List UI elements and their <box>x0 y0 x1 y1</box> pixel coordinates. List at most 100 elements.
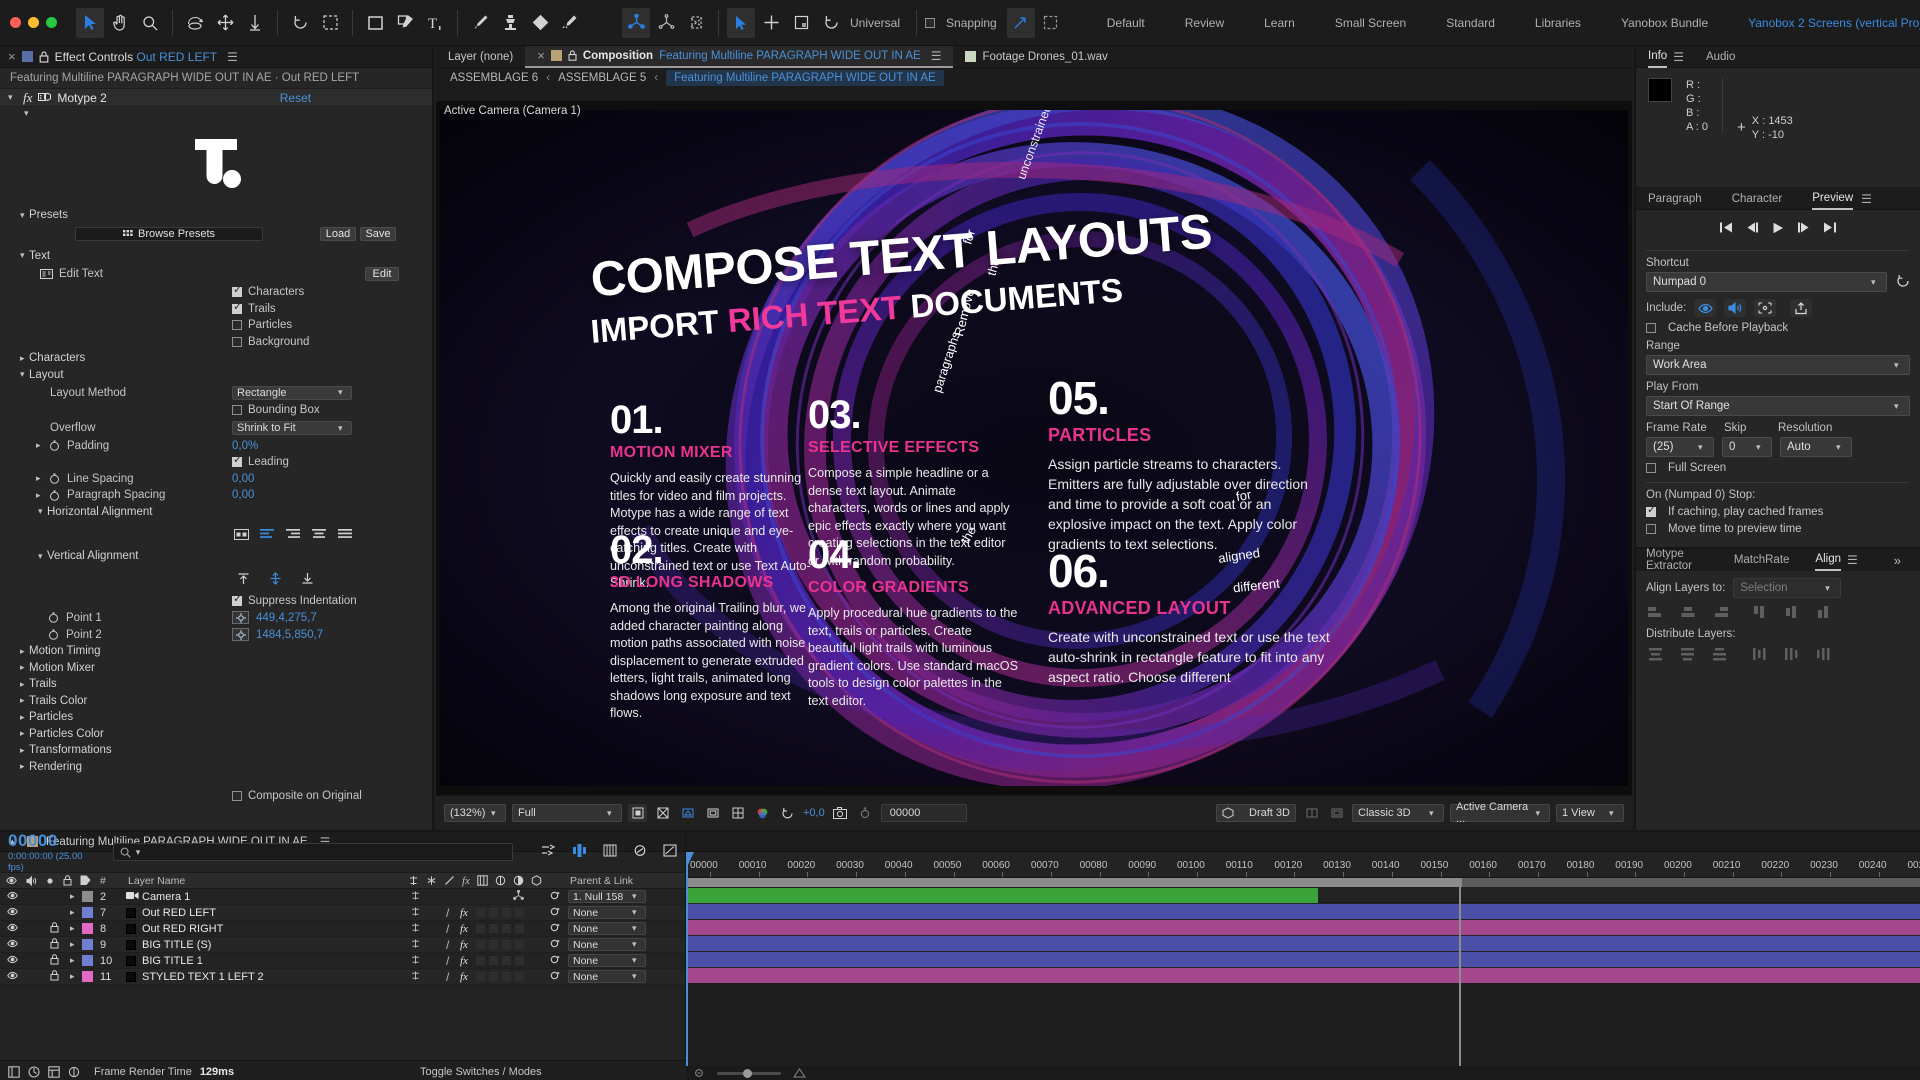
full-screen-row[interactable]: Full Screen <box>1646 462 1910 474</box>
extended-viewer-icon[interactable] <box>1302 804 1321 822</box>
include-overlays-icon[interactable] <box>1754 299 1776 317</box>
track-row[interactable] <box>686 967 1920 983</box>
tab-motype-extractor[interactable]: Motype Extractor <box>1646 549 1708 571</box>
previous-frame-button[interactable] <box>1746 222 1759 236</box>
parent-pickwhip-icon[interactable] <box>549 938 560 952</box>
zoom-in-timeline-icon[interactable] <box>793 1068 806 1078</box>
parent-select[interactable]: None▾ <box>568 954 646 967</box>
lock-icon[interactable] <box>39 51 49 63</box>
composition-tab-close-icon[interactable]: × <box>537 49 545 62</box>
if-caching-checkbox[interactable] <box>1646 507 1656 517</box>
roto-brush-tool[interactable] <box>556 8 584 38</box>
layout-group-header[interactable]: ▾ Layout <box>0 367 432 384</box>
layer-visibility-icon[interactable] <box>7 923 18 935</box>
effect-row-motype[interactable]: ▾ fx Motype 2 Reset <box>0 88 432 107</box>
pan-behind-tool[interactable] <box>241 8 269 38</box>
layer-quality-switch[interactable]: / <box>446 906 449 920</box>
layer-visibility-icon[interactable] <box>7 939 18 951</box>
line-spacing-value[interactable]: 0,00 <box>232 473 254 485</box>
layer-duration-bar[interactable] <box>686 920 1920 935</box>
layer-switch-b[interactable] <box>489 908 498 917</box>
bounding-box-entry[interactable]: Bounding Box <box>232 404 320 416</box>
selection-tool[interactable] <box>76 8 104 38</box>
tab-character[interactable]: Character <box>1732 188 1783 210</box>
viewer-canvas[interactable]: COMPOSE TEXT LAYOUTS IMPORT RICH TEXT DO… <box>436 101 1632 795</box>
align-panel-overflow-icon[interactable]: » <box>1884 553 1910 568</box>
align-justify-icon[interactable] <box>337 528 353 541</box>
layer-switch-a[interactable] <box>476 972 485 981</box>
layer-name[interactable]: Camera 1 <box>142 891 190 903</box>
workspace-standard[interactable]: Standard <box>1426 0 1515 46</box>
if-caching-row[interactable]: If caching, play cached frames <box>1646 506 1910 518</box>
checkbox-trails[interactable]: Trails <box>232 303 276 315</box>
full-screen-checkbox[interactable] <box>1646 463 1656 473</box>
layer-duration-bar[interactable] <box>686 904 1920 919</box>
rotate-tool[interactable] <box>286 8 314 38</box>
vertical-alignment-disclosure-icon[interactable]: ▾ <box>38 551 47 562</box>
reset-shortcut-icon[interactable] <box>1896 274 1910 290</box>
zoom-out-timeline-icon[interactable] <box>694 1068 705 1079</box>
auto-keyframe-icon[interactable] <box>663 844 677 860</box>
disclosure-icon[interactable]: ▸ <box>20 712 29 723</box>
disclosure-icon[interactable]: ▸ <box>20 662 29 673</box>
frame-rate-select[interactable]: (25)▾ <box>1646 437 1714 457</box>
layer-color-chip[interactable] <box>82 955 93 966</box>
snapping-box-icon[interactable] <box>1037 8 1065 38</box>
layer-switch-d[interactable] <box>515 908 524 917</box>
collapsed-group-particles-color[interactable]: ▸Particles Color <box>0 726 432 743</box>
composite-entry[interactable]: Composite on Original <box>232 790 362 802</box>
collapsed-group-motion-timing[interactable]: ▸Motion Timing <box>0 643 432 660</box>
distribute-bottom-icon[interactable] <box>1710 646 1730 662</box>
layer-quality-switch[interactable]: / <box>446 938 449 952</box>
browse-presets-button[interactable]: Browse Presets <box>75 227 263 241</box>
layer-visibility-icon[interactable] <box>7 971 18 983</box>
disclosure-icon[interactable]: ▸ <box>20 679 29 690</box>
composition-tab-menu-icon[interactable]: ☰ <box>931 49 942 63</box>
align-horizontal-center-icon[interactable] <box>1678 604 1698 620</box>
selection-tool-2[interactable] <box>727 8 755 38</box>
snapping-checkbox[interactable] <box>925 18 935 28</box>
timecode-field[interactable]: 00000 <box>881 804 967 822</box>
disclosure-icon[interactable]: ▸ <box>20 695 29 706</box>
layer-color-chip[interactable] <box>82 923 93 934</box>
layer-lock-icon[interactable] <box>50 970 59 984</box>
snapping-arrow-icon[interactable] <box>1007 8 1035 38</box>
layer-shy-switch[interactable] <box>410 890 421 904</box>
draft-3d-toggle[interactable]: Draft 3D <box>1216 804 1296 822</box>
stopwatch-icon[interactable] <box>49 440 60 451</box>
align-left-icon[interactable] <box>259 528 275 541</box>
timeline-zoom-bar[interactable] <box>686 1066 1920 1080</box>
layer-fx-switch[interactable]: fx <box>460 923 468 935</box>
next-frame-button[interactable] <box>1797 222 1810 236</box>
track-row[interactable] <box>686 951 1920 967</box>
layer-disclosure-icon[interactable]: ▸ <box>70 955 79 966</box>
edit-text-entry[interactable]: Edit Text <box>40 268 103 280</box>
layer-name[interactable]: STYLED TEXT 1 LEFT 2 <box>142 971 264 983</box>
layer-disclosure-icon[interactable]: ▸ <box>70 907 79 918</box>
presets-disclosure-icon[interactable]: ▾ <box>20 210 29 221</box>
align-left-edges-icon[interactable] <box>1646 604 1666 620</box>
tab-preview[interactable]: Preview <box>1812 188 1853 210</box>
layer-switch-b[interactable] <box>489 972 498 981</box>
cache-before-playback-checkbox[interactable] <box>1646 323 1656 333</box>
align-bottom-edges-icon[interactable] <box>1814 604 1834 620</box>
play-from-select[interactable]: Start Of Range▾ <box>1646 396 1910 416</box>
pen-tool[interactable] <box>391 8 419 38</box>
zoom-level-select[interactable]: (132%)▾ <box>444 804 506 822</box>
workspace-learn[interactable]: Learn <box>1244 0 1315 46</box>
tab-info[interactable]: Info <box>1648 46 1667 68</box>
collapsed-group-particles[interactable]: ▸Particles <box>0 709 432 726</box>
align-top-edges-icon[interactable] <box>1750 604 1770 620</box>
layer-fx-switch[interactable]: fx <box>460 955 468 967</box>
tab-paragraph[interactable]: Paragraph <box>1648 188 1702 210</box>
load-preset-button[interactable]: Load <box>320 227 356 241</box>
layer-lock-icon[interactable] <box>50 954 59 968</box>
layer-switch-a[interactable] <box>476 940 485 949</box>
distribute-horizontal-center-icon[interactable] <box>1782 646 1802 662</box>
show-snapshot-icon[interactable] <box>856 804 875 822</box>
parent-select[interactable]: None▾ <box>568 938 646 951</box>
timeline-track-area[interactable]: 0000000010000200003000040000500006000070… <box>686 852 1920 1080</box>
timecode-block[interactable]: 00000 0:00:00:00 (25.00 fps) <box>8 831 99 873</box>
point2-picker-button[interactable] <box>232 628 249 641</box>
layer-switch-c[interactable] <box>502 940 511 949</box>
